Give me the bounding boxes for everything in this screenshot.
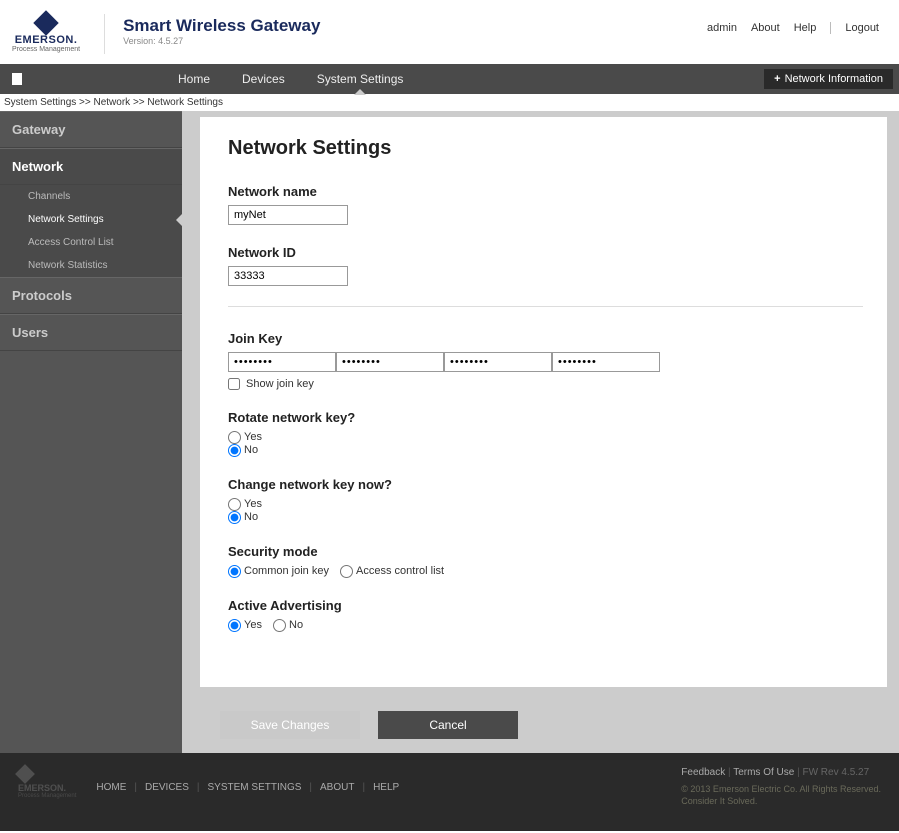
footer-devices[interactable]: DEVICES [145,782,189,793]
nav-home[interactable]: Home [162,64,226,94]
footer-about[interactable]: ABOUT [320,782,354,793]
sidebar-sub-network-settings[interactable]: Network Settings [0,208,182,231]
nav-devices[interactable]: Devices [226,64,301,94]
security-acl-radio[interactable] [340,565,353,578]
change-no-option[interactable]: No [228,511,258,523]
show-join-key-checkbox[interactable] [228,378,240,390]
footer: EMERSON. Process Management HOME| DEVICE… [0,753,899,831]
brand-logo: EMERSON. Process Management [12,10,80,53]
app-title: Smart Wireless Gateway [123,16,707,36]
join-key-label: Join Key [228,331,863,346]
button-bar: Save Changes Cancel [200,697,887,753]
brand-subtitle: Process Management [12,46,80,53]
emerson-logo-icon [33,10,58,35]
rotate-yes-radio[interactable] [228,431,241,444]
document-icon[interactable] [12,73,22,85]
join-key-input-3[interactable] [444,352,552,372]
footer-system[interactable]: SYSTEM SETTINGS [208,782,302,793]
join-key-input-4[interactable] [552,352,660,372]
rotate-no-option[interactable]: No [228,444,258,456]
network-information-button[interactable]: + Network Information [764,69,893,89]
sidebar-subitems: Channels Network Settings Access Control… [0,185,182,277]
footer-help[interactable]: HELP [373,782,399,793]
change-yes-option[interactable]: Yes [228,498,262,510]
advertising-no-option[interactable]: No [273,619,303,631]
user-link[interactable]: admin [707,22,737,34]
footer-copyright: © 2013 Emerson Electric Co. All Rights R… [681,784,881,796]
sidebar-sub-stats[interactable]: Network Statistics [0,254,182,277]
divider [104,14,105,54]
divider [228,306,863,307]
footer-brand: EMERSON. [18,783,76,793]
change-yes-radio[interactable] [228,498,241,511]
footer-fwrev: FW Rev 4.5.27 [802,767,869,778]
sidebar: Gateway Network Channels Network Setting… [0,111,182,753]
divider [830,22,831,34]
footer-home[interactable]: HOME [96,782,126,793]
network-name-label: Network name [228,184,863,199]
footer-feedback[interactable]: Feedback [681,767,725,778]
navbar: Home Devices System Settings + Network I… [0,64,899,94]
content: Network Settings Network name Network ID… [200,117,887,687]
change-no-radio[interactable] [228,511,241,524]
header: EMERSON. Process Management Smart Wirele… [0,0,899,64]
security-common-option[interactable]: Common join key [228,565,329,577]
app-version: Version: 4.5.27 [123,36,707,46]
advertising-yes-option[interactable]: Yes [228,619,262,631]
sidebar-item-protocols[interactable]: Protocols [0,277,182,314]
show-join-key-label: Show join key [246,378,314,390]
rotate-no-radio[interactable] [228,444,241,457]
rotate-key-label: Rotate network key? [228,410,863,425]
footer-terms[interactable]: Terms Of Use [733,767,794,778]
page-title: Network Settings [228,137,863,160]
advertising-no-radio[interactable] [273,619,286,632]
join-key-input-1[interactable] [228,352,336,372]
join-key-field: Join Key Show join key [228,331,863,390]
plus-icon: + [774,73,780,85]
advertising-field: Active Advertising Yes No [228,598,863,632]
sidebar-item-gateway[interactable]: Gateway [0,111,182,148]
nav-system-settings[interactable]: System Settings [301,64,420,94]
change-key-label: Change network key now? [228,477,863,492]
top-links: admin About Help Logout [707,10,879,34]
security-common-radio[interactable] [228,565,241,578]
save-button[interactable]: Save Changes [220,711,360,739]
content-wrap: Network Settings Network name Network ID… [182,111,899,753]
logout-link[interactable]: Logout [845,22,879,34]
network-id-field: Network ID [228,245,863,286]
security-mode-field: Security mode Common join key Access con… [228,544,863,578]
network-id-input[interactable] [228,266,348,286]
footer-brand-sub: Process Management [18,793,76,799]
footer-logo: EMERSON. Process Management [18,767,76,807]
cancel-button[interactable]: Cancel [378,711,518,739]
sidebar-sub-channels[interactable]: Channels [0,185,182,208]
emerson-logo-icon [15,764,35,784]
about-link[interactable]: About [751,22,780,34]
join-key-input-2[interactable] [336,352,444,372]
sidebar-sub-acl[interactable]: Access Control List [0,231,182,254]
footer-right: Feedback | Terms Of Use | FW Rev 4.5.27 … [681,767,881,807]
help-link[interactable]: Help [794,22,817,34]
footer-links: HOME| DEVICES| SYSTEM SETTINGS| ABOUT| H… [96,767,399,807]
network-name-input[interactable] [228,205,348,225]
security-acl-option[interactable]: Access control list [340,565,444,577]
rotate-key-field: Rotate network key? Yes No [228,410,863,457]
network-name-field: Network name [228,184,863,225]
network-id-label: Network ID [228,245,863,260]
breadcrumb: System Settings >> Network >> Network Se… [0,94,899,111]
security-mode-label: Security mode [228,544,863,559]
sidebar-item-network[interactable]: Network [0,148,182,185]
change-key-field: Change network key now? Yes No [228,477,863,524]
title-block: Smart Wireless Gateway Version: 4.5.27 [123,10,707,46]
advertising-label: Active Advertising [228,598,863,613]
brand-name: EMERSON. [15,34,78,46]
sidebar-item-users[interactable]: Users [0,314,182,351]
advertising-yes-radio[interactable] [228,619,241,632]
rotate-yes-option[interactable]: Yes [228,431,262,443]
footer-tagline: Consider It Solved. [681,796,881,808]
network-info-label: Network Information [785,73,883,85]
